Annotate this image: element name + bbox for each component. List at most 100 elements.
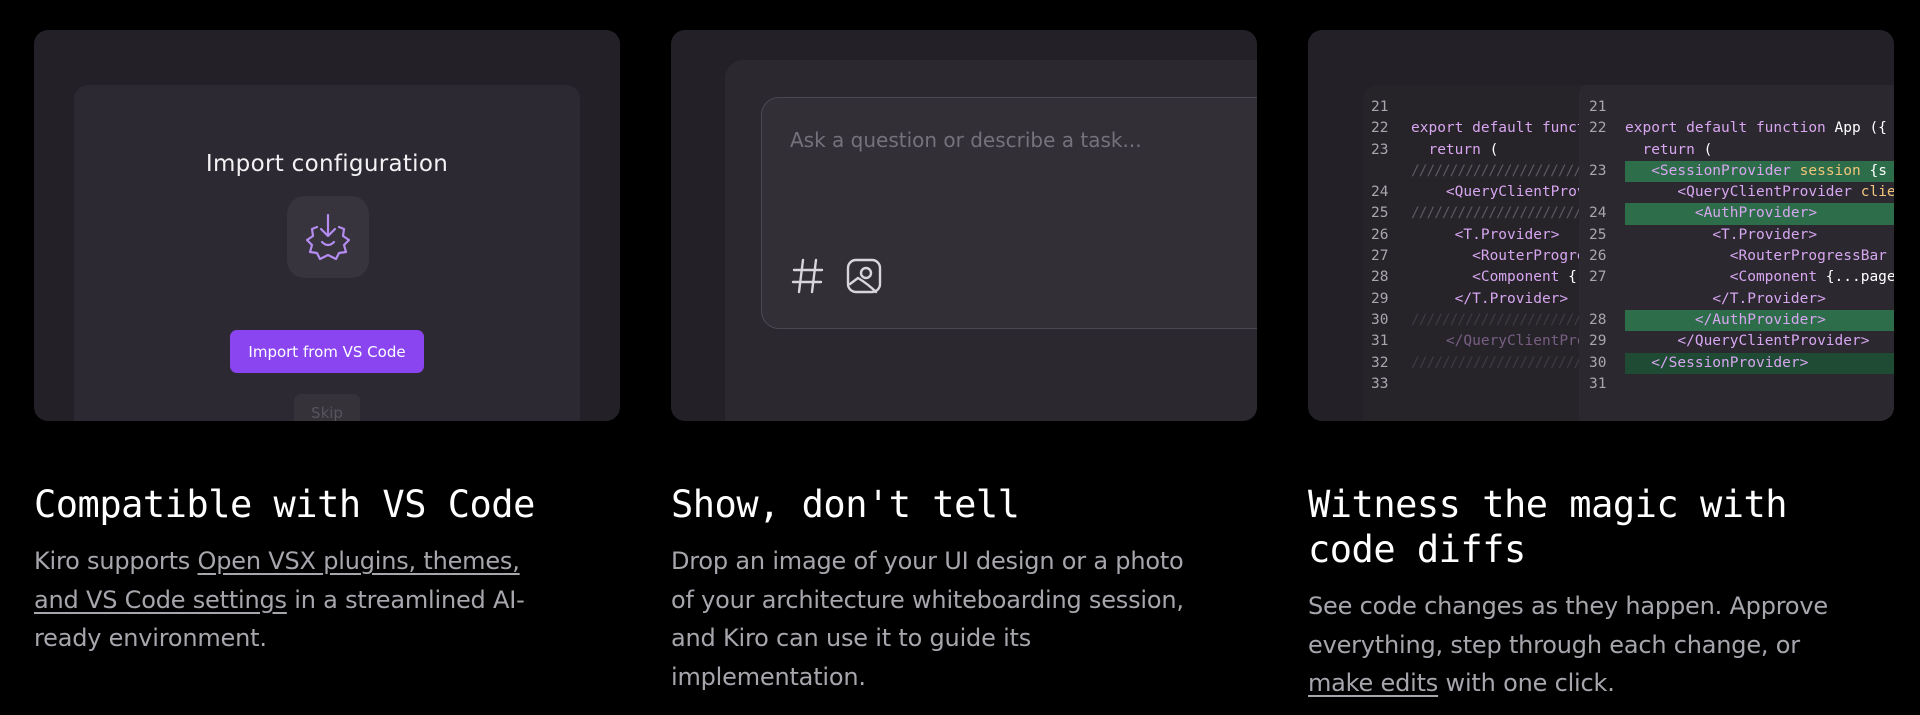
line-number: 30 — [1371, 311, 1389, 328]
desc-text: See code changes as they happen. Approve… — [1308, 592, 1828, 659]
code-text: export default function App ({ — [1625, 120, 1887, 137]
heading-line: code diffs — [1308, 528, 1526, 571]
code-text: <QueryClientProvider clien — [1677, 184, 1894, 201]
code-text: /////////////////////// — [1411, 311, 1585, 328]
code-line: 23 return ( — [1363, 140, 1585, 161]
code-text: </SessionProvider> — [1651, 354, 1809, 371]
line-number: 32 — [1371, 354, 1389, 371]
line-number: 30 — [1589, 354, 1607, 371]
code-text: /////////////////////// — [1411, 205, 1585, 222]
image-icon[interactable] — [846, 258, 882, 294]
code-line: 24 <QueryClientProvider — [1363, 182, 1585, 203]
code-line: 28 <Component {... — [1363, 267, 1585, 288]
code-text: </QueryClientProvider> — [1677, 333, 1870, 350]
code-text: <SessionProvider session {s — [1651, 162, 1887, 179]
line-number: 28 — [1371, 269, 1389, 286]
heading-line: Witness the magic with — [1308, 483, 1788, 526]
line-number: 23 — [1589, 162, 1607, 179]
code-text: <Component {... — [1472, 269, 1585, 286]
code-text: <QueryClientProvider — [1445, 184, 1585, 201]
code-line: 29 </QueryClientProvider> — [1579, 331, 1894, 352]
desc-text: with one click. — [1438, 669, 1615, 697]
code-line: <QueryClientProvider clien — [1579, 182, 1894, 203]
make-edits-link[interactable]: make edits — [1308, 669, 1438, 697]
code-line: 30 </SessionProvider> — [1579, 352, 1894, 374]
code-text: </QueryClientProvider> — [1445, 333, 1585, 350]
code-line: /////////////////////// — [1363, 161, 1585, 182]
code-text: /////////////////////// — [1411, 354, 1585, 371]
code-diff-panel: 2122export default function App23 return… — [1363, 85, 1894, 421]
line-number: 21 — [1371, 99, 1389, 115]
code-text: <RouterProgressBar — [1472, 248, 1585, 265]
code-text: return ( — [1642, 141, 1713, 158]
feature-description: Drop an image of your UI design or a pho… — [671, 547, 1184, 691]
code-text: </AuthProvider> — [1694, 311, 1826, 328]
line-number: 28 — [1589, 311, 1607, 328]
code-line: return ( — [1579, 140, 1894, 161]
code-line: 27 <RouterProgressBar — [1363, 246, 1585, 267]
import-dialog: Import configuration Import from VS Code… — [74, 85, 580, 421]
diff-original-column: 21 22 export default function App 23 return… — [1363, 97, 1585, 395]
line-number: 24 — [1371, 184, 1389, 201]
skip-button[interactable]: Skip — [294, 394, 360, 421]
line-number: 22 — [1371, 120, 1389, 137]
line-number: 25 — [1589, 226, 1607, 243]
desc-text: Kiro supports — [34, 547, 198, 575]
code-line: 21 — [1579, 97, 1894, 118]
import-gear-icon — [287, 196, 369, 278]
code-line: </T.Provider> — [1579, 289, 1894, 310]
feature-description: Kiro supports Open VSX plugins, themes, … — [34, 542, 534, 658]
line-number: 26 — [1589, 248, 1607, 265]
diff-modified-column: 21 22 export default function App ({ retur… — [1579, 85, 1894, 421]
code-line: 22 export default function App — [1363, 118, 1585, 139]
image-input-card: Ask a question or describe a task... — [671, 30, 1257, 421]
line-number: 23 — [1371, 141, 1389, 158]
hash-icon[interactable] — [790, 256, 826, 296]
import-from-vscode-button[interactable]: Import from VS Code — [230, 330, 424, 373]
code-line: 24 <AuthProvider> — [1579, 203, 1894, 225]
line-number: 27 — [1589, 269, 1607, 286]
line-number: 31 — [1371, 333, 1389, 350]
code-line: 30 /////////////////////// — [1363, 310, 1585, 331]
code-line: 31 </QueryClientProvider> — [1363, 331, 1585, 352]
code-diff-card: 2122export default function App23 return… — [1308, 30, 1894, 421]
code-line: 28 </AuthProvider> — [1579, 309, 1894, 332]
line-number: 33 — [1371, 375, 1389, 392]
code-text: <AuthProvider> — [1694, 205, 1818, 222]
code-text: <T.Provider> — [1454, 226, 1560, 243]
code-line: 33 — [1363, 374, 1585, 395]
feature-heading: Show, don't tell — [671, 483, 1020, 526]
code-line: 23 <SessionProvider session {s — [1579, 160, 1894, 183]
code-text: export default function App — [1411, 120, 1585, 137]
code-text: return ( — [1428, 141, 1499, 158]
feature-heading: Compatible with VS Code — [34, 483, 535, 526]
code-line: 25 <T.Provider> — [1579, 225, 1894, 246]
code-line: 29 </T.Provider> — [1363, 289, 1585, 310]
chat-placeholder: Ask a question or describe a task... — [790, 128, 1142, 152]
code-line: 27 <Component {...pageP — [1579, 267, 1894, 288]
code-text: <T.Provider> — [1712, 226, 1818, 243]
line-number: 27 — [1371, 248, 1389, 265]
code-line: 22 export default function App ({ — [1579, 118, 1894, 139]
code-text: /////////////////////// — [1411, 162, 1585, 179]
code-text: <RouterProgressBar / — [1729, 248, 1887, 265]
line-number: 21 — [1589, 99, 1607, 115]
code-text: <Component {...pageP — [1729, 269, 1894, 286]
line-number: 29 — [1371, 290, 1389, 307]
line-number: 31 — [1589, 375, 1607, 392]
feature-heading: Witness the magic with code diffs — [1308, 482, 1868, 572]
line-number: 24 — [1589, 205, 1607, 222]
line-number: 29 — [1589, 333, 1607, 350]
chat-input[interactable]: Ask a question or describe a task... — [761, 97, 1257, 329]
code-line: 25 /////////////////////// — [1363, 203, 1585, 224]
code-text: </T.Provider> — [1454, 290, 1569, 307]
line-number: 25 — [1371, 205, 1389, 222]
line-number: 22 — [1589, 120, 1607, 137]
code-line: 21 — [1363, 97, 1585, 118]
dialog-title: Import configuration — [205, 151, 449, 177]
feature-description: See code changes as they happen. Approve… — [1308, 587, 1868, 703]
vscode-compat-card: Import configuration Import from VS Code… — [34, 30, 620, 421]
code-line: 26 <RouterProgressBar / — [1579, 246, 1894, 267]
line-number: 26 — [1371, 226, 1389, 243]
code-line: 31 — [1579, 374, 1894, 395]
